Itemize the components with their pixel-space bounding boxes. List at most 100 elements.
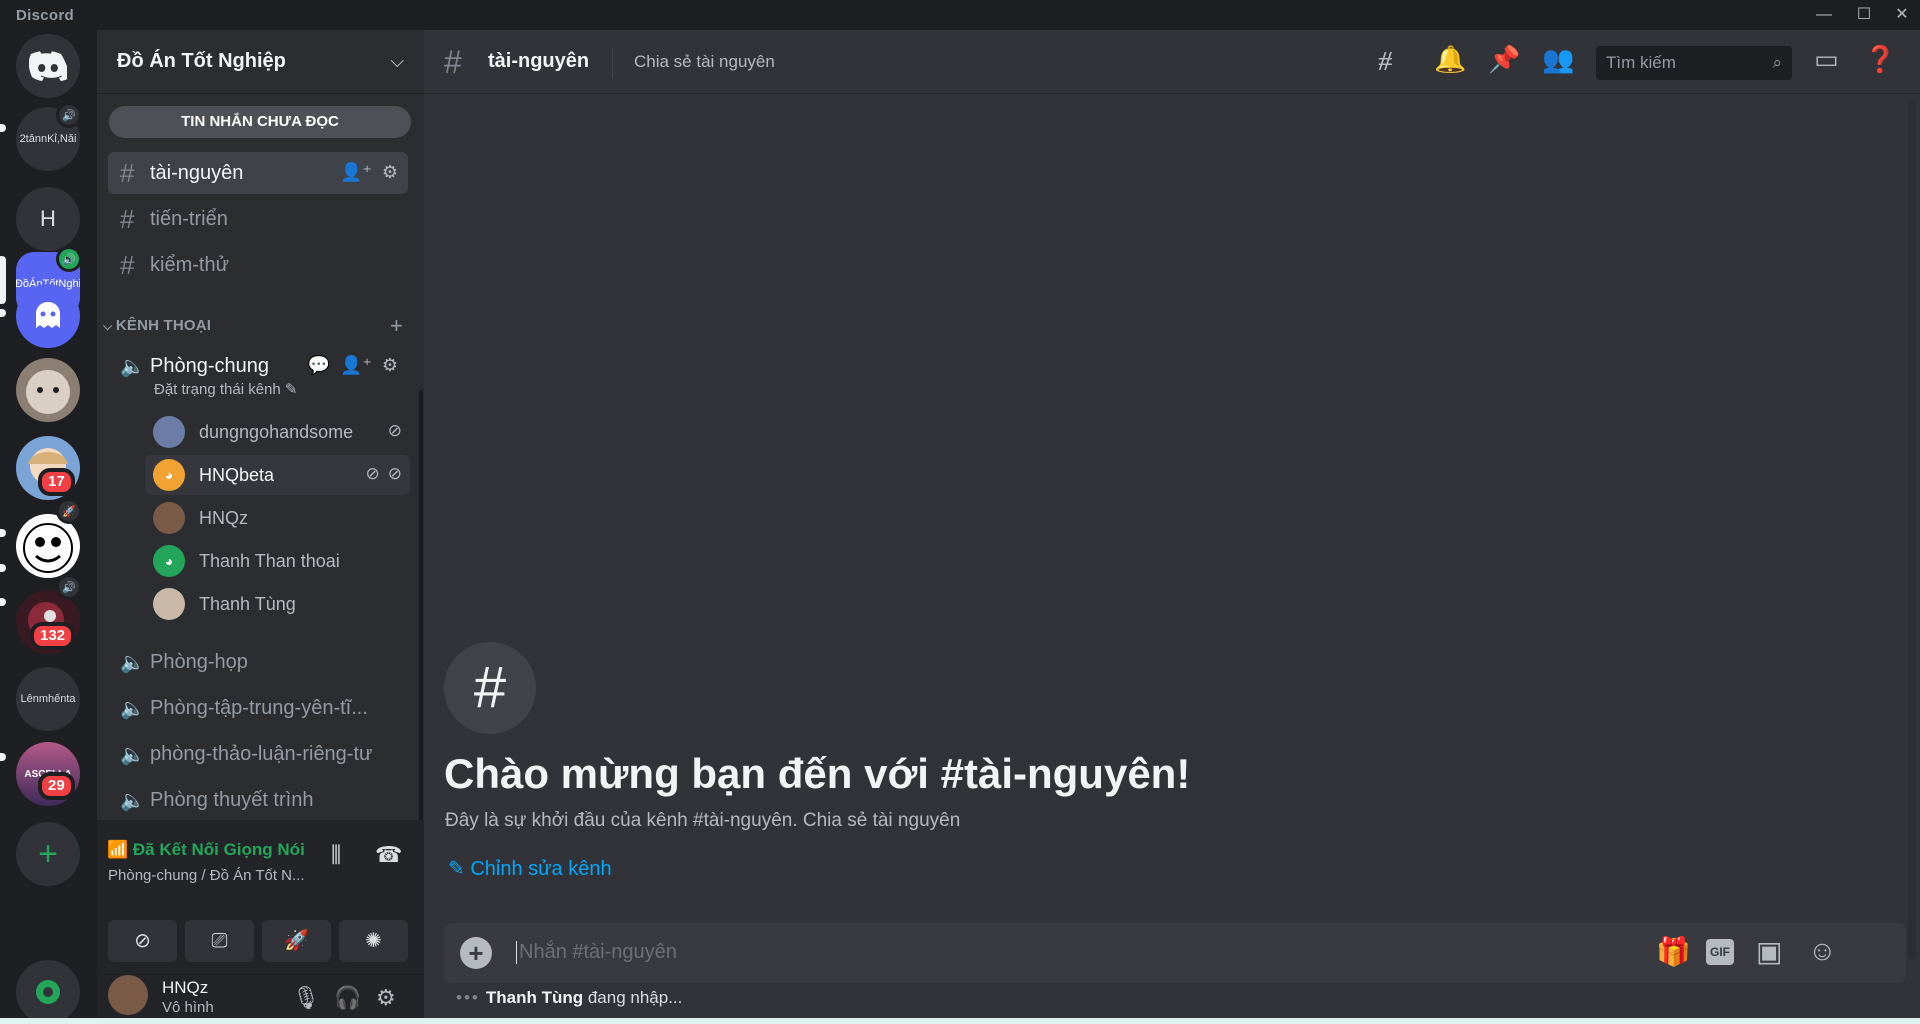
gear-icon[interactable]: ⚙ xyxy=(382,162,398,183)
voice-user[interactable]: ◕ HNQbeta ⊘ ⊘ xyxy=(145,455,410,495)
typing-indicator: ••• Thanh Tùng đang nhập... xyxy=(456,988,683,1007)
unread-indicator xyxy=(0,124,6,132)
disconnect-icon[interactable]: ☎ xyxy=(375,842,402,868)
voice-channel[interactable]: 🔈 phòng-thảo-luận-riêng-tư xyxy=(108,733,408,775)
avatar xyxy=(153,502,185,534)
gear-icon[interactable]: ⚙ xyxy=(376,985,396,1011)
voice-user[interactable]: Thanh Tùng xyxy=(145,584,410,624)
bell-icon[interactable]: 🔔 xyxy=(1434,44,1466,75)
soundboard-button[interactable]: ✺ xyxy=(339,920,408,962)
avatar[interactable] xyxy=(108,975,148,1015)
chat-bubble-icon[interactable]: 💬 xyxy=(308,355,330,376)
voice-indicator: 🔊 xyxy=(56,102,82,128)
voice-location[interactable]: Phòng-chung / Đồ Án Tốt N... xyxy=(108,867,305,884)
channel-label: Phòng-họp xyxy=(150,650,248,673)
help-icon[interactable]: ❓ xyxy=(1864,44,1896,75)
message-input[interactable]: Nhắn #tài-nguyên xyxy=(516,941,1616,964)
noise-suppression-icon[interactable]: ⫼ xyxy=(331,842,341,868)
create-channel-icon[interactable]: + xyxy=(390,313,403,339)
guild-header[interactable]: Đồ Án Tốt Nghiệp ⌵ xyxy=(97,30,424,94)
voice-indicator: 🔊 xyxy=(56,574,82,600)
gear-icon[interactable]: ⚙ xyxy=(382,355,398,376)
hash-icon: # xyxy=(120,203,135,234)
discord-home-button[interactable] xyxy=(16,34,80,98)
speaker-icon: 🔈 xyxy=(120,355,145,378)
channel-tien-trien[interactable]: # tiến-triển xyxy=(108,198,408,240)
chevron-down-icon: ⌵ xyxy=(390,51,404,71)
server-h[interactable]: H xyxy=(16,187,80,251)
headphones-icon[interactable]: 🎧 xyxy=(334,985,361,1011)
channel-status-setter[interactable]: Đặt trạng thái kênh ✎ xyxy=(154,380,298,398)
category-voice[interactable]: ⌵ KÊNH THOẠI + xyxy=(103,313,413,338)
server-ghost[interactable] xyxy=(16,284,80,348)
add-server-icon: + xyxy=(38,834,58,873)
speaker-icon: 🔊 xyxy=(59,249,79,269)
maximize-button[interactable]: ☐ xyxy=(1846,3,1882,27)
server-rail: 2tảnnKỉ,Năi 🔊 H ĐồÁnTốtNghi 🔊 17 🚀 🔊 132… xyxy=(0,30,97,1024)
soundboard-icon: ✺ xyxy=(365,930,382,952)
add-server-button[interactable]: + xyxy=(16,822,80,886)
invite-icon[interactable]: 👤⁺ xyxy=(340,355,372,376)
channel-topic[interactable]: Chia sẻ tài nguyên xyxy=(634,52,775,72)
pencil-icon: ✎ xyxy=(448,858,465,880)
channel-label: Phòng-chung xyxy=(150,354,269,377)
welcome-title: Chào mừng bạn đến với #tài-nguyên! xyxy=(444,750,1191,797)
rocket-icon: 🚀 xyxy=(284,930,309,952)
screen-share-button[interactable]: ⎚ xyxy=(185,920,254,962)
channel-kiem-thu[interactable]: # kiểm-thử xyxy=(108,244,408,286)
discover-button[interactable] xyxy=(16,960,80,1024)
search-input[interactable]: Tìm kiếm ⌕ xyxy=(1596,46,1792,80)
close-button[interactable]: ✕ xyxy=(1884,3,1920,27)
ghost-icon xyxy=(36,302,60,328)
channel-label: kiểm-thử xyxy=(150,253,229,276)
rocket-icon: 🚀 xyxy=(59,501,79,521)
gift-icon[interactable]: 🎁 xyxy=(1656,935,1691,968)
microphone-icon[interactable]: 🎙 xyxy=(292,985,320,1011)
voice-status[interactable]: 📶 Đã Kết Nối Giọng Nói xyxy=(107,840,305,860)
selected-indicator xyxy=(0,256,6,304)
channel-label: phòng-thảo-luận-riêng-tư xyxy=(150,742,373,765)
gif-button[interactable]: GIF xyxy=(1706,939,1734,965)
unread-banner[interactable]: TIN NHẮN CHƯA ĐỌC xyxy=(109,106,411,138)
mention-badge: 29 xyxy=(38,772,75,800)
voice-channel[interactable]: 🔈 Phòng thuyết trình xyxy=(108,779,408,821)
scrollbar[interactable] xyxy=(419,390,423,850)
pencil-icon: ✎ xyxy=(284,381,298,398)
video-off-button[interactable]: ⊘ xyxy=(108,920,177,962)
invite-icon[interactable]: 👤⁺ xyxy=(340,162,372,183)
members-icon[interactable]: 👥 xyxy=(1542,44,1574,75)
threads-icon[interactable]: ⧣ xyxy=(1378,44,1393,76)
voice-user[interactable]: ◕ Thanh Than thoai xyxy=(145,541,410,581)
server-len[interactable]: Lênmhếnta xyxy=(16,667,80,731)
edit-channel-link[interactable]: ✎ Chỉnh sửa kênh xyxy=(448,856,612,881)
speaker-icon: 🔈 xyxy=(120,651,145,674)
hash-icon: # xyxy=(444,44,462,80)
voice-user[interactable]: dungngohandsome ⊘ xyxy=(145,412,410,452)
signal-icon: 📶 xyxy=(107,840,129,859)
sticker-icon[interactable]: ▣ xyxy=(1756,935,1782,968)
speaker-icon: 🔈 xyxy=(120,697,145,720)
activity-button[interactable]: 🚀 xyxy=(262,920,331,962)
scrollbar[interactable] xyxy=(1908,100,1916,960)
avatar: ◕ xyxy=(153,459,185,491)
mention-badge: 17 xyxy=(38,468,75,496)
speaker-icon: 🔊 xyxy=(59,105,79,125)
voice-channel[interactable]: 🔈 Phòng-họp xyxy=(108,641,408,683)
video-off-icon: ⊘ xyxy=(387,421,402,440)
inbox-icon[interactable]: ▭ xyxy=(1814,44,1839,75)
voice-channel[interactable]: 🔈 Phòng-tập-trung-yên-tĩ... xyxy=(108,687,408,729)
user-status: Vô hình xyxy=(162,999,214,1016)
voice-user[interactable]: HNQz xyxy=(145,498,410,538)
hash-icon: # xyxy=(120,157,135,188)
minimize-button[interactable]: — xyxy=(1806,3,1842,27)
boost-indicator: 🚀 xyxy=(56,498,82,524)
server-cat[interactable] xyxy=(16,358,80,422)
pin-icon[interactable]: 📌 xyxy=(1488,44,1520,75)
title-bar: Discord — ☐ ✕ xyxy=(0,0,1920,30)
discord-logo-icon xyxy=(29,51,67,81)
chevron-down-icon: ⌵ xyxy=(103,319,116,333)
emoji-icon[interactable]: ☺ xyxy=(1808,935,1837,967)
mention-badge: 132 xyxy=(30,622,76,650)
channel-tai-nguyen[interactable]: # tài-nguyên 👤⁺ ⚙ xyxy=(108,152,408,194)
upload-button[interactable]: + xyxy=(460,937,492,969)
